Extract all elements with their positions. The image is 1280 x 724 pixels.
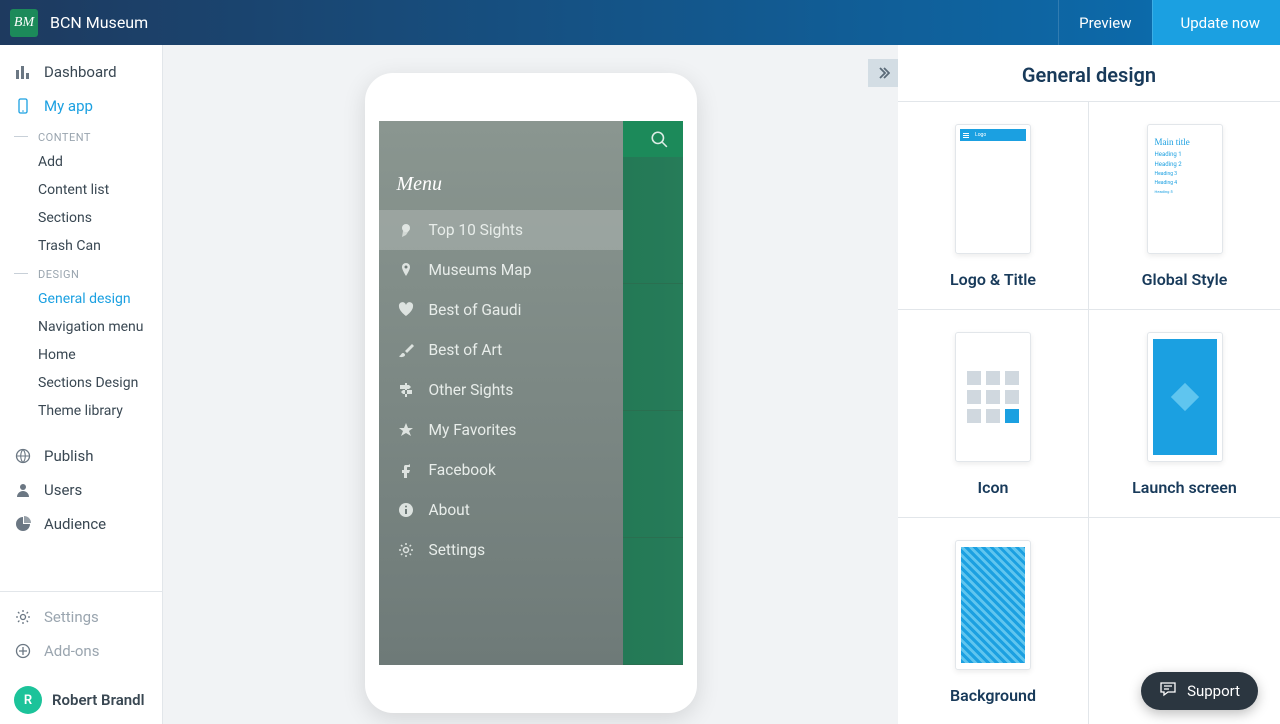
phone-icon — [14, 98, 32, 114]
menu-item-top-10-sights[interactable]: Top 10 Sights — [379, 210, 623, 250]
nav-navigation-menu[interactable]: Navigation menu — [0, 313, 162, 341]
thumb-logo: Logo — [955, 124, 1031, 254]
gear-icon — [14, 609, 32, 625]
nav-dashboard[interactable]: Dashboard — [0, 55, 162, 89]
menu-item-museums-map[interactable]: Museums Map — [379, 250, 623, 290]
user-icon — [14, 482, 32, 498]
star-icon — [397, 422, 415, 438]
thumb-background — [955, 540, 1031, 670]
plus-icon — [14, 643, 32, 659]
ribbon-icon — [397, 222, 415, 238]
pin-icon — [397, 262, 415, 278]
chat-icon — [1159, 680, 1177, 702]
avatar: R — [14, 686, 42, 714]
user-row[interactable]: R Robert Brandl — [0, 676, 162, 724]
phone-screen: Menu Top 10 SightsMuseums MapBest of Gau… — [379, 121, 683, 665]
preview-button[interactable]: Preview — [1058, 0, 1151, 45]
nav-home[interactable]: Home — [0, 341, 162, 369]
thumb-launch — [1147, 332, 1223, 462]
group-design-label: DESIGN — [0, 260, 162, 285]
menu-item-best-of-art[interactable]: Best of Art — [379, 330, 623, 370]
gear-icon — [397, 542, 415, 558]
nav-settings[interactable]: Settings — [0, 600, 162, 634]
nav-audience[interactable]: Audience — [0, 507, 162, 541]
app-logo: BM — [10, 9, 38, 37]
nav-addons[interactable]: Add-ons — [0, 634, 162, 668]
dashboard-icon — [14, 64, 32, 80]
menu-item-about[interactable]: About — [379, 490, 623, 530]
phone-frame: Menu Top 10 SightsMuseums MapBest of Gau… — [365, 73, 697, 713]
thumb-icon — [955, 332, 1031, 462]
group-content-label: CONTENT — [0, 123, 162, 148]
preview-area: Menu Top 10 SightsMuseums MapBest of Gau… — [163, 45, 898, 724]
collapse-panel-button[interactable] — [868, 59, 898, 87]
support-button[interactable]: Support — [1141, 672, 1258, 710]
design-panel: General design Logo Logo & Title Main ti… — [898, 45, 1280, 724]
nav-content-list[interactable]: Content list — [0, 176, 162, 204]
menu-item-my-favorites[interactable]: My Favorites — [379, 410, 623, 450]
nav-publish[interactable]: Publish — [0, 439, 162, 473]
nav-my-app[interactable]: My app — [0, 89, 162, 123]
menu-item-settings[interactable]: Settings — [379, 530, 623, 570]
menu-item-facebook[interactable]: Facebook — [379, 450, 623, 490]
nav-trash[interactable]: Trash Can — [0, 232, 162, 260]
globe-icon — [14, 448, 32, 464]
app-name-label: BCN Museum — [50, 13, 148, 32]
user-name: Robert Brandl — [52, 691, 145, 709]
card-global-style[interactable]: Main title Heading 1 Heading 2 Heading 3… — [1089, 102, 1280, 310]
menu-item-other-sights[interactable]: Other Sights — [379, 370, 623, 410]
card-icon[interactable]: Icon — [898, 310, 1089, 518]
card-background[interactable]: Background — [898, 518, 1089, 724]
info-icon — [397, 502, 415, 518]
nav-theme-library[interactable]: Theme library — [0, 397, 162, 425]
app-selector[interactable]: BCN Museum — [50, 13, 154, 32]
card-launch-screen[interactable]: Launch screen — [1089, 310, 1280, 518]
thumb-style: Main title Heading 1 Heading 2 Heading 3… — [1147, 124, 1223, 254]
signpost-icon — [397, 382, 415, 398]
nav-add[interactable]: Add — [0, 148, 162, 176]
nav-sections[interactable]: Sections — [0, 204, 162, 232]
heart-icon — [397, 302, 415, 318]
nav-users[interactable]: Users — [0, 473, 162, 507]
menu-panel: Menu Top 10 SightsMuseums MapBest of Gau… — [379, 121, 623, 665]
update-button[interactable]: Update now — [1152, 0, 1280, 45]
sidebar: Dashboard My app CONTENT Add Content lis… — [0, 45, 163, 724]
nav-sections-design[interactable]: Sections Design — [0, 369, 162, 397]
menu-item-best-of-gaudi[interactable]: Best of Gaudi — [379, 290, 623, 330]
card-logo-title[interactable]: Logo Logo & Title — [898, 102, 1089, 310]
pie-icon — [14, 516, 32, 532]
brush-icon — [397, 342, 415, 358]
panel-title: General design — [898, 45, 1280, 101]
search-icon[interactable] — [645, 125, 673, 153]
nav-general-design[interactable]: General design — [0, 285, 162, 313]
facebook-icon — [397, 462, 415, 478]
